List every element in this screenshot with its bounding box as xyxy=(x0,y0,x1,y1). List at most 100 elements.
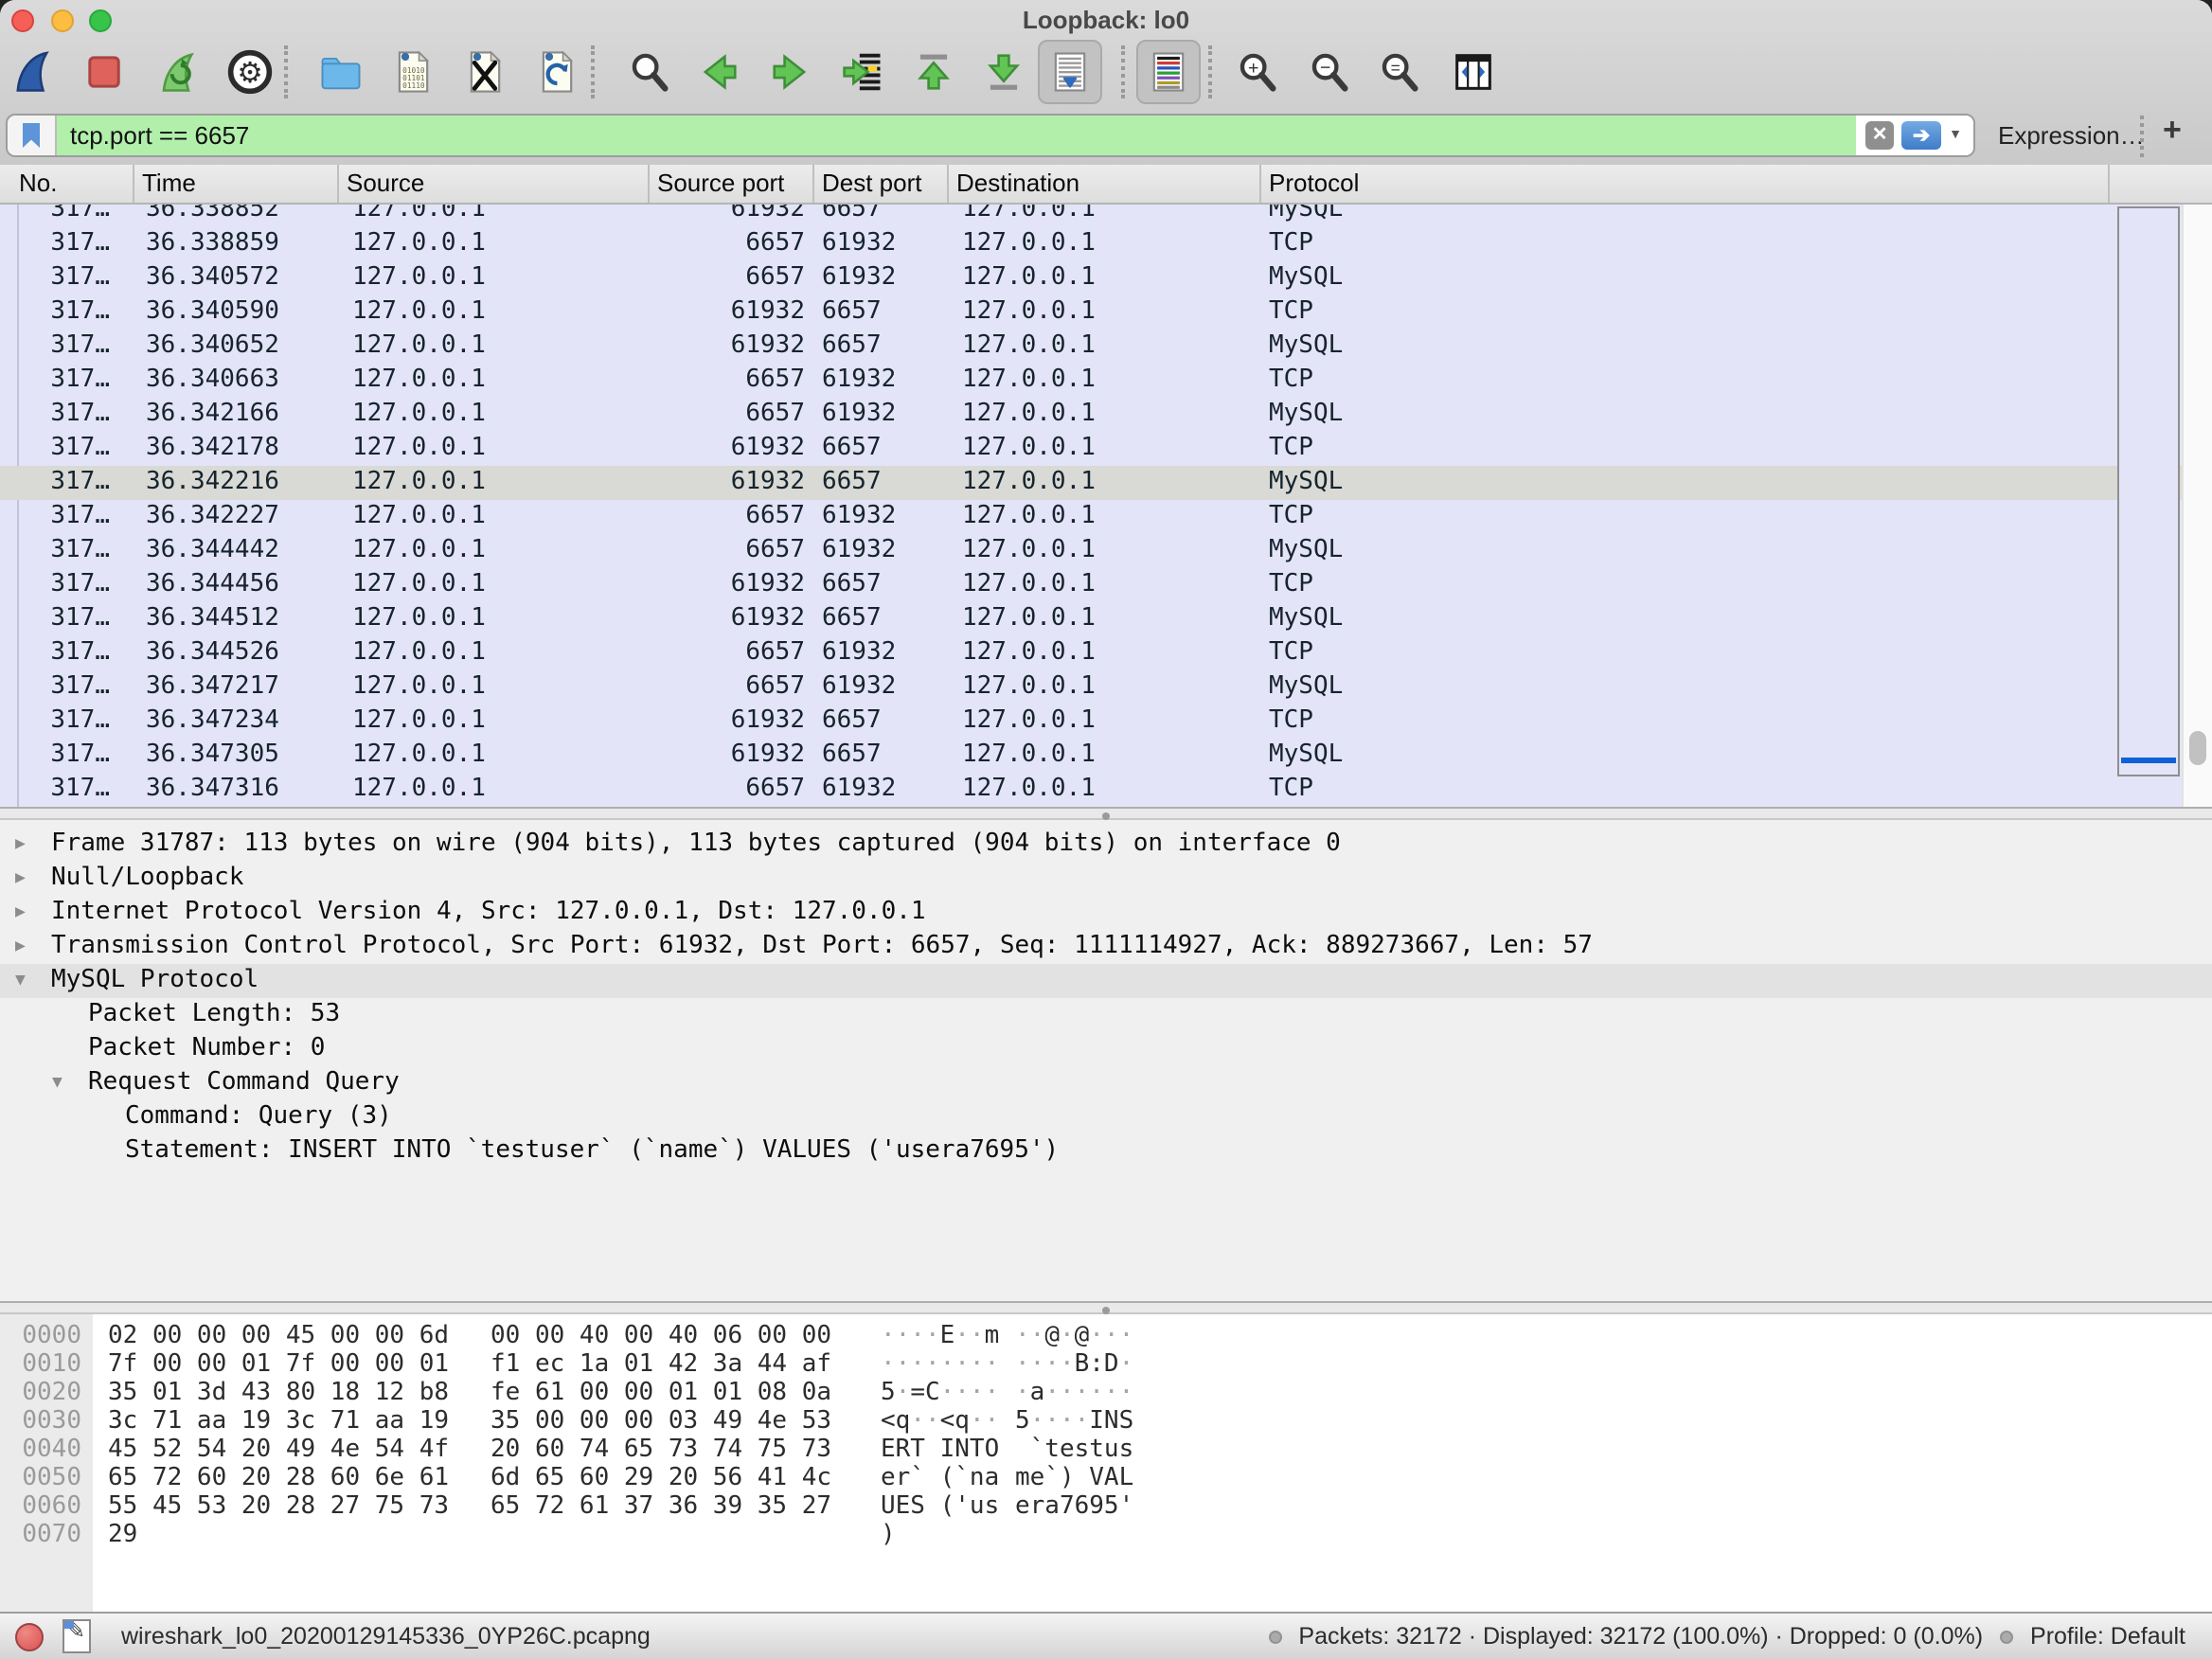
detail-tree-row[interactable]: ▶Internet Protocol Version 4, Src: 127.0… xyxy=(0,896,2212,930)
filter-dropdown-caret[interactable]: ▼ xyxy=(1949,129,1962,142)
cell-sport: 6657 xyxy=(650,773,814,807)
cell-no: 317… xyxy=(0,227,134,261)
packet-list-scrollbar[interactable] xyxy=(2182,205,2212,807)
profile-label[interactable]: Profile: Default xyxy=(2030,1623,2185,1650)
reload-file-button[interactable] xyxy=(525,44,589,100)
pane-splitter[interactable] xyxy=(0,807,2212,820)
detail-tree-row[interactable]: ▼Request Command Query xyxy=(0,1066,2212,1100)
detail-tree-row[interactable]: Statement: INSERT INTO `testuser` (`name… xyxy=(0,1134,2212,1168)
column-header-destination[interactable]: Destination xyxy=(949,165,1261,203)
tree-expanded-icon[interactable]: ▼ xyxy=(52,1066,62,1100)
tree-collapsed-icon[interactable]: ▶ xyxy=(15,862,26,896)
packet-row[interactable]: 317…36.340652127.0.0.1619326657127.0.0.1… xyxy=(0,330,2182,364)
zoom-reset-button[interactable]: = xyxy=(1367,44,1432,100)
filter-apply-button[interactable]: ➔ xyxy=(1901,121,1941,150)
stop-capture-button[interactable] xyxy=(72,44,136,100)
ascii-bytes: ) xyxy=(881,1521,896,1549)
cell-sport: 61932 xyxy=(650,568,814,602)
detail-tree-row[interactable]: ▶Null/Loopback xyxy=(0,862,2212,896)
detail-tree-row[interactable]: Packet Length: 53 xyxy=(0,998,2212,1032)
auto-scroll-button[interactable] xyxy=(1038,40,1102,104)
filter-add-button[interactable]: + xyxy=(2163,112,2182,150)
filter-bookmark-button[interactable] xyxy=(8,116,57,155)
go-back-button[interactable] xyxy=(687,44,752,100)
hex-row[interactable]: 00107f 00 00 01 7f 00 00 01f1 ec 1a 01 4… xyxy=(0,1350,2212,1379)
detail-tree-row[interactable]: ▼MySQL Protocol xyxy=(0,964,2212,998)
packet-row[interactable]: 317…36.344512127.0.0.1619326657127.0.0.1… xyxy=(0,602,2182,636)
pane-splitter[interactable] xyxy=(0,1301,2212,1314)
packet-row[interactable]: 317…36.347305127.0.0.1619326657127.0.0.1… xyxy=(0,739,2182,773)
hex-row[interactable]: 00303c 71 aa 19 3c 71 aa 1935 00 00 00 0… xyxy=(0,1407,2212,1436)
packet-row[interactable]: 317…36.342227127.0.0.1665761932127.0.0.1… xyxy=(0,500,2182,534)
splitter-handle-icon xyxy=(1102,1306,1110,1313)
expert-info-icon[interactable] xyxy=(15,1622,44,1650)
detail-tree-row[interactable]: Packet Number: 0 xyxy=(0,1032,2212,1066)
packet-row[interactable]: 317…36.340572127.0.0.1665761932127.0.0.1… xyxy=(0,261,2182,295)
packet-row[interactable]: 317…36.338852127.0.0.1619326657127.0.0.1… xyxy=(0,205,2182,227)
detail-tree-row[interactable]: ▶ Transmission Control Protocol, Src Port… xyxy=(0,930,2212,964)
packet-row[interactable]: 317…36.344442127.0.0.1665761932127.0.0.1… xyxy=(0,534,2182,568)
tree-collapsed-icon[interactable]: ▶ xyxy=(15,828,26,862)
capture-options-button[interactable]: ⚙ xyxy=(218,44,282,100)
intelligent-scrollbar-minimap[interactable] xyxy=(2117,206,2180,776)
open-file-button[interactable] xyxy=(309,44,373,100)
filter-input[interactable]: tcp.port == 6657 xyxy=(57,121,1856,150)
hex-offset: 0030 xyxy=(0,1407,81,1436)
hex-row[interactable]: 007029) xyxy=(0,1521,2212,1549)
column-header-source[interactable]: Source xyxy=(339,165,650,203)
packet-row[interactable]: 317…36.342216127.0.0.1619326657127.0.0.1… xyxy=(0,466,2182,500)
restart-capture-button[interactable] xyxy=(144,44,208,100)
tree-collapsed-icon[interactable]: ▶ xyxy=(15,930,26,964)
packet-row[interactable]: 317…36.344456127.0.0.1619326657127.0.0.1… xyxy=(0,568,2182,602)
column-header-no[interactable]: No. xyxy=(0,165,134,203)
cell-proto: MySQL xyxy=(1261,466,2182,500)
packet-row[interactable]: 317…36.347217127.0.0.1665761932127.0.0.1… xyxy=(0,670,2182,705)
zoom-in-button[interactable]: + xyxy=(1225,44,1290,100)
display-filter-field[interactable]: tcp.port == 6657 ✕ ➔ ▼ xyxy=(6,114,1975,157)
capture-comment-icon[interactable] xyxy=(62,1619,91,1653)
ascii-bytes: era7695' xyxy=(1015,1492,1133,1521)
tree-collapsed-icon[interactable]: ▶ xyxy=(15,896,26,930)
save-file-button[interactable]: 010100110101110 xyxy=(381,44,445,100)
packet-row[interactable]: 317…36.338859127.0.0.1665761932127.0.0.1… xyxy=(0,227,2182,261)
packet-row[interactable]: 317…36.342178127.0.0.1619326657127.0.0.1… xyxy=(0,432,2182,466)
go-to-top-button[interactable] xyxy=(901,44,966,100)
packet-row[interactable]: 317…36.340590127.0.0.1619326657127.0.0.1… xyxy=(0,295,2182,330)
cell-dst: 127.0.0.1 xyxy=(949,261,1261,295)
detail-text: Transmission Control Protocol, Src Port:… xyxy=(51,932,1593,960)
cell-time: 36.340663 xyxy=(134,364,339,398)
packet-row[interactable]: 317…36.342166127.0.0.1665761932127.0.0.1… xyxy=(0,398,2182,432)
packet-row[interactable]: 317…36.344526127.0.0.1665761932127.0.0.1… xyxy=(0,636,2182,670)
packet-row[interactable]: 317…36.347234127.0.0.1619326657127.0.0.1… xyxy=(0,705,2182,739)
zoom-out-button[interactable]: − xyxy=(1297,44,1362,100)
go-to-packet-button[interactable] xyxy=(830,44,894,100)
go-forward-button[interactable] xyxy=(758,44,822,100)
column-header-source-port[interactable]: Source port xyxy=(650,165,814,203)
cell-time: 36.338859 xyxy=(134,227,339,261)
cell-src: 127.0.0.1 xyxy=(339,739,650,773)
tree-expanded-icon[interactable]: ▼ xyxy=(15,964,26,998)
cell-dst: 127.0.0.1 xyxy=(949,670,1261,705)
hex-row[interactable]: 005065 72 60 20 28 60 6e 616d 65 60 29 2… xyxy=(0,1464,2212,1492)
filter-clear-button[interactable]: ✕ xyxy=(1865,121,1894,150)
column-header-protocol[interactable]: Protocol xyxy=(1261,165,2110,203)
close-file-button[interactable] xyxy=(453,44,517,100)
start-capture-button[interactable] xyxy=(0,44,64,100)
hex-row[interactable]: 004045 52 54 20 49 4e 54 4f20 60 74 65 7… xyxy=(0,1436,2212,1464)
find-packet-button[interactable] xyxy=(617,44,682,100)
hex-row[interactable]: 002035 01 3d 43 80 18 12 b8fe 61 00 00 0… xyxy=(0,1379,2212,1407)
go-to-bottom-button[interactable] xyxy=(972,44,1036,100)
hex-bytes: 29 xyxy=(108,1521,137,1549)
hex-row[interactable]: 006055 45 53 20 28 27 75 7365 72 61 37 3… xyxy=(0,1492,2212,1521)
column-header-time[interactable]: Time xyxy=(134,165,339,203)
hex-row[interactable]: 000002 00 00 00 45 00 00 6d00 00 40 00 4… xyxy=(0,1322,2212,1350)
packet-row[interactable]: 317…36.347316127.0.0.1665761932127.0.0.1… xyxy=(0,773,2182,807)
colorize-button[interactable] xyxy=(1136,40,1201,104)
column-header-dest-port[interactable]: Dest port xyxy=(814,165,949,203)
scrollbar-thumb[interactable] xyxy=(2189,731,2206,765)
expression-button[interactable]: Expression… xyxy=(1998,121,2145,150)
resize-columns-button[interactable] xyxy=(1441,44,1506,100)
detail-tree-row[interactable]: Command: Query (3) xyxy=(0,1100,2212,1134)
packet-row[interactable]: 317…36.340663127.0.0.1665761932127.0.0.1… xyxy=(0,364,2182,398)
detail-tree-row[interactable]: ▶Frame 31787: 113 bytes on wire (904 bit… xyxy=(0,828,2212,862)
